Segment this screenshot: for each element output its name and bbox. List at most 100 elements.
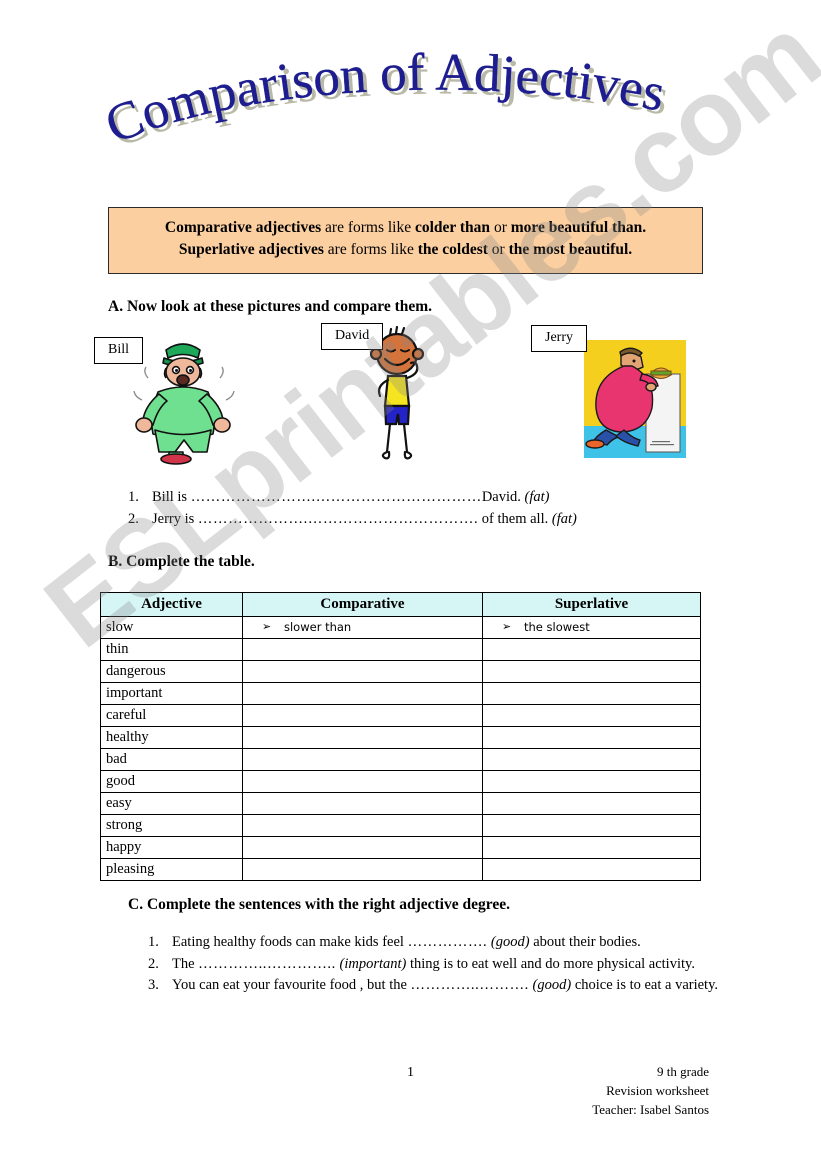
footer-grade: 9 th grade [657,1064,709,1079]
cell-comparative[interactable] [242,792,483,815]
cell-adjective: happy [100,836,243,859]
cell-superlative[interactable] [482,814,701,837]
exercise-text-before: Bill is [152,489,191,505]
cell-adjective: easy [100,792,243,815]
cell-adjective: good [100,770,243,793]
section-a-exercises: 1. Bill is …………………….……………………………David. (fa… [128,486,728,531]
cell-comparative[interactable] [242,726,483,749]
definition-box: Comparative adjectives are forms like co… [108,207,703,274]
definition-term: more beautiful than. [510,219,647,236]
exercise-hint: (fat) [524,489,550,505]
footer-teacher: Teacher: Isabel Santos [592,1101,709,1117]
section-a-heading: A. Now look at these pictures and compar… [108,298,433,315]
column-header-superlative: Superlative [482,592,701,617]
cell-superlative[interactable] [482,858,701,881]
sentence-number: 3. [148,977,159,994]
sentence-text-before: The [172,955,199,972]
name-tag-david: David [321,323,384,350]
fill-in-blank[interactable]: …………..………….. [198,956,336,972]
exercise-text-after: of them all. [478,511,549,528]
cell-superlative[interactable] [482,660,701,683]
cell-comparative[interactable] [242,638,483,661]
adjectives-table: Adjective Comparative Superlative slow ➢ s… [100,592,701,881]
table-row: healthy [100,726,701,749]
fill-in-blank[interactable]: …………………….…………………………… [191,489,482,505]
cell-superlative[interactable] [482,704,701,727]
table-row: careful [100,704,701,727]
cell-adjective: dangerous [100,660,243,683]
title-wordart: Comparison of Adjectives Comparison of A… [101,52,673,159]
handwritten-answer: ➢ slower than [262,620,352,634]
cell-adjective: bad [100,748,243,771]
sentence-body: You can eat your favourite food , but th… [172,975,748,996]
table-row: bad [100,748,701,771]
cell-comparative[interactable] [242,858,483,881]
table-row: easy [100,792,701,815]
footer-meta: 9 th grade Revision worksheet Teacher: I… [592,1063,709,1120]
definition-term: Comparative adjectives [164,219,322,236]
cell-comparative[interactable] [242,704,483,727]
table-header-row: Adjective Comparative Superlative [100,592,701,617]
cell-superlative[interactable] [482,638,701,661]
cell-comparative[interactable] [242,836,483,859]
definition-term: colder than [414,219,491,236]
table-row: happy [100,836,701,859]
fill-in-blank[interactable]: …………..………. [411,977,529,993]
column-header-adjective: Adjective [100,592,243,617]
sentence-item: 2. The …………..………….. (important) thing is … [148,954,748,975]
definition-line-comparative: Comparative adjectives are forms like co… [119,217,692,239]
cell-adjective: pleasing [100,858,243,881]
sentence-item: 1. Eating healthy foods can make kids fee… [148,932,748,953]
sentence-item: 3. You can eat your favourite food , but … [148,975,748,996]
fill-in-blank[interactable]: ………………….……………………………. [198,511,478,527]
definition-text: or [490,219,511,236]
cell-superlative[interactable] [482,792,701,815]
table-row: good [100,770,701,793]
sentence-text-after: about their bodies. [529,934,641,950]
definition-text: or [487,241,509,259]
sentence-body: Eating healthy foods can make kids feel … [172,932,748,953]
table-row: thin [100,638,701,661]
picture-jerry [584,340,686,458]
sentence-hint: (important) [339,955,407,972]
page-title: Comparison of Adjectives Comparison of A… [0,52,821,167]
sentence-text-after: choice is to eat a variety. [571,977,719,994]
arrow-bullet-icon: ➢ [502,620,512,633]
handwritten-answer: ➢ the slowest [502,620,590,634]
cell-adjective: thin [100,638,243,661]
fill-in-blank[interactable]: ……………. [408,934,488,950]
sentence-text-after: thing is to eat well and do more physica… [406,955,695,972]
cell-superlative[interactable] [482,748,701,771]
cell-comparative[interactable] [242,814,483,837]
exercise-text-after: David. [481,489,521,505]
worksheet-page: ESLprintables.com Comparison of Adjectiv… [0,0,821,1169]
cell-adjective: strong [100,814,243,837]
table-row: important [100,682,701,705]
table-row: dangerous [100,660,701,683]
arrow-bullet-icon: ➢ [262,620,272,633]
exercise-item: 1. Bill is …………………….……………………………David. (fa… [128,486,728,508]
cell-superlative[interactable] [482,726,701,749]
definition-term: the most beautiful. [508,241,633,259]
sentence-text-before: Eating healthy foods can make kids feel [172,934,408,950]
cell-adjective: slow [100,616,243,639]
exercise-text-before: Jerry is [152,511,198,528]
cell-comparative[interactable] [242,770,483,793]
sentence-hint: (good) [490,934,530,950]
cell-comparative[interactable] [242,660,483,683]
definition-text: are forms like [321,219,415,236]
cell-comparative[interactable] [242,748,483,771]
definition-line-superlative: Superlative adjectives are forms like th… [119,239,692,261]
cell-adjective: careful [100,704,243,727]
cell-comparative[interactable]: ➢ slower than [242,616,483,639]
column-header-comparative: Comparative [242,592,483,617]
cell-superlative[interactable] [482,836,701,859]
cell-superlative[interactable] [482,682,701,705]
sentence-body: The …………..………….. (important) thing is to… [172,954,748,975]
table-row: pleasing [100,858,701,881]
sentence-hint: (good) [532,977,572,994]
cell-superlative[interactable]: ➢ the slowest [482,616,701,639]
cell-comparative[interactable] [242,682,483,705]
cell-superlative[interactable] [482,770,701,793]
table-row: strong [100,814,701,837]
